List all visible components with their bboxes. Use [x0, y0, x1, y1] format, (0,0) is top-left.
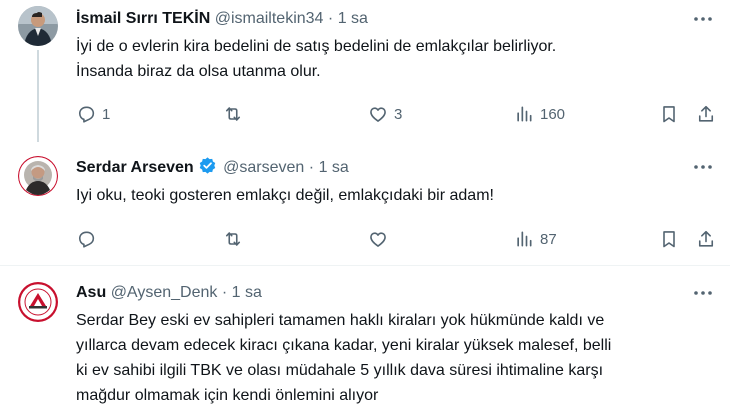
author-handle[interactable]: @Aysen_Denk: [111, 284, 218, 301]
author-handle[interactable]: @sarseven: [223, 159, 304, 176]
tweet[interactable]: Serdar Arseven @sarseven · 1 sa Iyi oku,…: [0, 138, 730, 265]
heart-icon: [368, 104, 388, 124]
author-handle[interactable]: @ismailtekin34: [215, 10, 324, 27]
retweet-icon: [222, 104, 244, 124]
tweet-actions: 1 3 160: [66, 97, 726, 131]
retweet-button[interactable]: [222, 222, 250, 256]
author-name[interactable]: Serdar Arseven: [76, 159, 194, 176]
like-button[interactable]: [368, 222, 394, 256]
reply-button[interactable]: [76, 222, 102, 256]
reply-icon: [76, 104, 96, 124]
bookmark-button[interactable]: [659, 97, 679, 131]
tweet-text: Serdar Bey eski ev sahipleri tamamen hak…: [76, 308, 716, 408]
tweet[interactable]: Asu @Aysen_Denk · 1 sa Serdar Bey eski e…: [0, 266, 730, 420]
avatar[interactable]: [18, 282, 58, 322]
like-button[interactable]: 3: [368, 97, 402, 131]
separator: ·: [221, 284, 228, 301]
views-button[interactable]: 87: [514, 222, 557, 256]
author-name[interactable]: İsmail Sırrı TEKİN: [76, 10, 210, 27]
share-button[interactable]: [696, 97, 716, 131]
views-count: 160: [540, 105, 566, 123]
tweet-text: Iyi oku, teoki gosteren emlakçı değil, e…: [76, 183, 716, 208]
more-icon[interactable]: [690, 156, 716, 178]
bookmark-icon: [659, 229, 679, 249]
more-icon[interactable]: [690, 282, 716, 304]
bookmark-icon: [659, 104, 679, 124]
tweet-text-line: İyi de o evlerin kira bedelini de satış …: [76, 38, 557, 55]
separator: ·: [308, 159, 315, 176]
tweet-header: Serdar Arseven @sarseven · 1 sa: [76, 156, 349, 178]
tweet-header: İsmail Sırrı TEKİN @ismailtekin34 · 1 sa: [76, 8, 368, 30]
verified-badge-icon: [198, 156, 217, 182]
tweet-header: Asu @Aysen_Denk · 1 sa: [76, 282, 262, 304]
author-name[interactable]: Asu: [76, 284, 106, 301]
tweet-actions: 87: [66, 222, 726, 256]
reply-button[interactable]: 1: [76, 97, 110, 131]
retweet-icon: [222, 229, 244, 249]
tweet-text-line: ki ev sahibi ilgili TBK ve olası müdahal…: [76, 362, 604, 379]
timestamp[interactable]: 1 sa: [319, 159, 349, 176]
views-count: 87: [540, 230, 557, 248]
share-icon: [696, 229, 716, 249]
retweet-button[interactable]: [222, 97, 250, 131]
reply-icon: [76, 229, 96, 249]
more-icon[interactable]: [690, 8, 716, 30]
tweet-text-line: İnsanda biraz da olsa utanma olur.: [76, 63, 321, 80]
tweet[interactable]: İsmail Sırrı TEKİN @ismailtekin34 · 1 sa…: [0, 0, 730, 142]
reply-count: 1: [102, 105, 111, 123]
views-button[interactable]: 160: [514, 97, 565, 131]
avatar[interactable]: [18, 6, 58, 46]
tweet-text-line: yıllarca devam edecek kiracı çıkana kada…: [76, 337, 612, 354]
share-button[interactable]: [696, 222, 716, 256]
bookmark-button[interactable]: [659, 222, 679, 256]
avatar[interactable]: [18, 156, 58, 196]
heart-icon: [368, 229, 388, 249]
separator: ·: [327, 10, 334, 27]
tweet-text-line: Iyi oku, teoki gosteren emlakçı değil, e…: [76, 187, 494, 204]
like-count: 3: [394, 105, 403, 123]
thread-line: [37, 50, 39, 142]
timestamp[interactable]: 1 sa: [338, 10, 368, 27]
timestamp[interactable]: 1 sa: [232, 284, 262, 301]
share-icon: [696, 104, 716, 124]
views-icon: [514, 229, 534, 249]
tweet-text-line: Serdar Bey eski ev sahipleri tamamen hak…: [76, 312, 605, 329]
tweet-text-line: mağdur olmamak için kendi önlemini alıyo…: [76, 387, 379, 404]
tweet-text: İyi de o evlerin kira bedelini de satış …: [76, 34, 716, 84]
views-icon: [514, 104, 534, 124]
